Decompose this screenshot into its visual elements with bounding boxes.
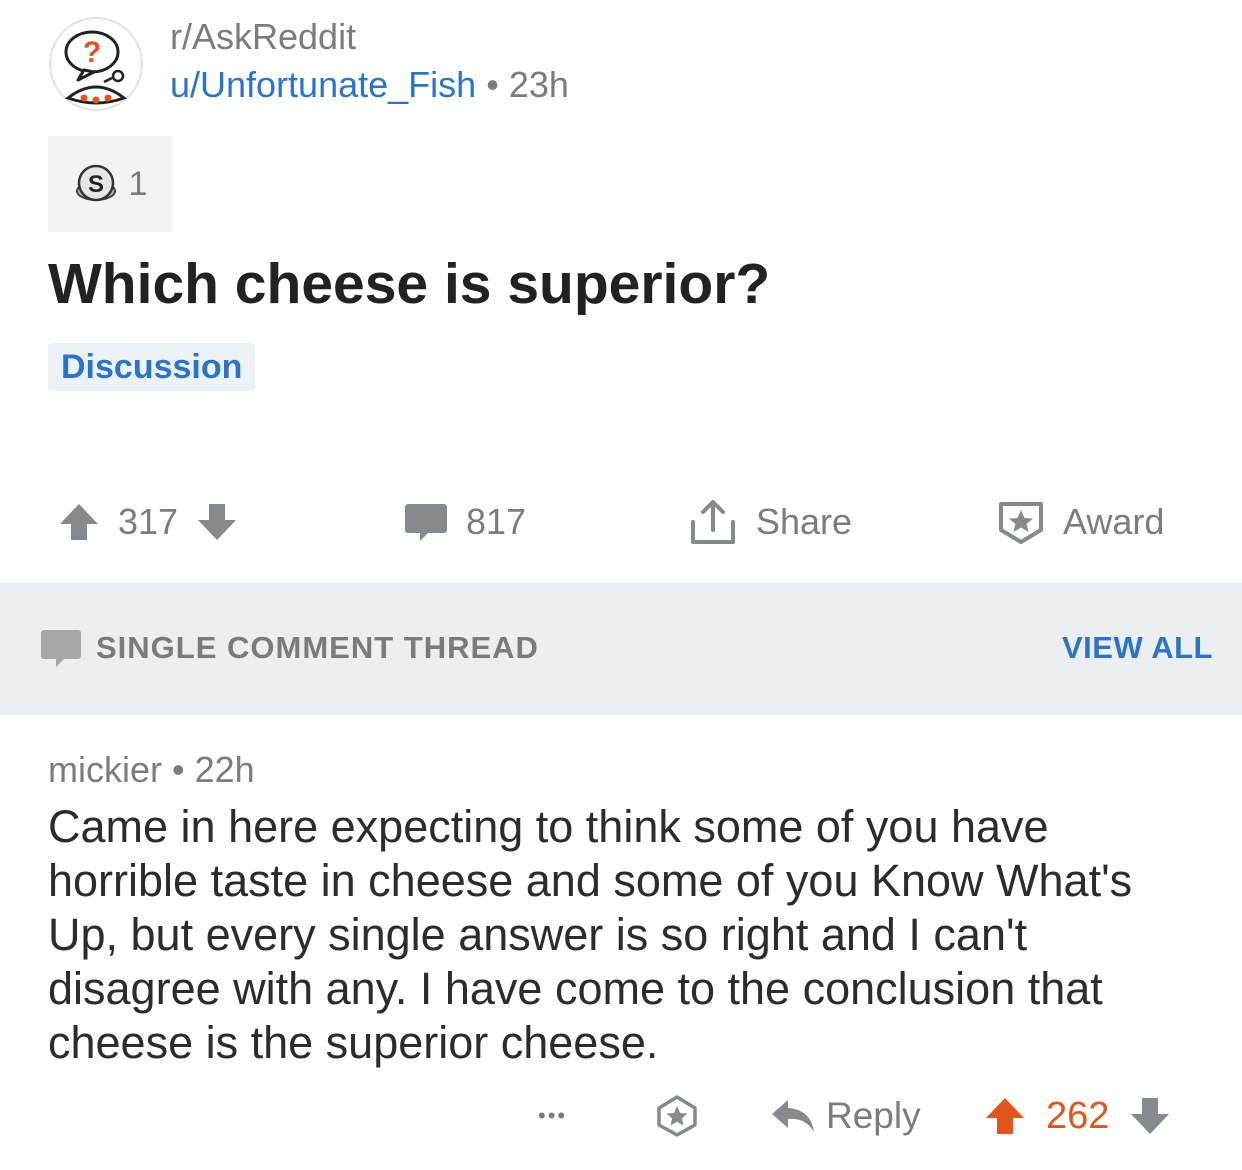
awards-count: 1 (128, 164, 148, 203)
awards-badge[interactable]: S 1 (48, 136, 172, 232)
post-score: 317 (118, 501, 179, 542)
share-button[interactable]: Share (688, 490, 852, 554)
award-icon (657, 1095, 697, 1137)
comments-count: 817 (466, 501, 527, 542)
comment-vote-group: 262 (984, 1084, 1171, 1148)
upvote-arrow-icon[interactable] (58, 502, 100, 542)
comment-meta: mickier • 22h (48, 748, 255, 792)
more-options-button[interactable]: ••• (538, 1084, 567, 1148)
post-age: 23h (508, 64, 569, 105)
subreddit-avatar[interactable]: ? (48, 16, 144, 112)
share-label: Share (756, 501, 853, 542)
comment-action-bar: ••• Reply 262 (0, 1084, 1242, 1148)
award-button[interactable]: Award (997, 490, 1164, 554)
award-label: Award (1063, 501, 1165, 542)
comment-score: 262 (1046, 1094, 1110, 1137)
post-title[interactable]: Which cheese is superior? (48, 248, 770, 320)
upvote-arrow-icon[interactable] (984, 1096, 1026, 1136)
post-vote-group: 317 (58, 490, 238, 554)
comment-age: 22h (194, 749, 255, 790)
comment-award-button[interactable] (654, 1084, 700, 1148)
meta-separator: • (486, 64, 499, 105)
comment-author[interactable]: mickier (48, 749, 162, 790)
downvote-arrow-icon[interactable] (1129, 1096, 1171, 1136)
reply-label: Reply (826, 1095, 921, 1136)
thread-label: SINGLE COMMENT THREAD (96, 630, 539, 665)
svg-text:S: S (88, 171, 104, 198)
thread-comment-icon (40, 628, 82, 673)
post-action-bar: 317 817 Share Award (0, 490, 1242, 554)
post-author[interactable]: u/Unfortunate_Fish (170, 64, 476, 105)
silver-award-icon: S (75, 164, 116, 202)
downvote-arrow-icon[interactable] (196, 502, 238, 542)
reply-button[interactable]: Reply (770, 1084, 921, 1148)
askreddit-snoo-icon: ? (49, 17, 143, 111)
share-icon (691, 500, 735, 544)
award-star-icon (999, 502, 1043, 544)
comment-bubble-icon (405, 504, 447, 541)
comments-button[interactable]: 817 (404, 490, 526, 554)
post-author-line: u/Unfortunate_Fish • 23h (170, 62, 569, 108)
subreddit-name[interactable]: r/AskReddit (170, 14, 356, 60)
post-flair[interactable]: Discussion (48, 343, 256, 391)
more-options-icon: ••• (538, 1103, 568, 1128)
view-all-link[interactable]: VIEW ALL (1062, 628, 1213, 668)
reply-arrow-icon (772, 1100, 814, 1132)
comment-body: Came in here expecting to think some of … (48, 801, 1133, 1068)
svg-text:?: ? (83, 36, 101, 69)
meta-separator: • (172, 749, 185, 790)
